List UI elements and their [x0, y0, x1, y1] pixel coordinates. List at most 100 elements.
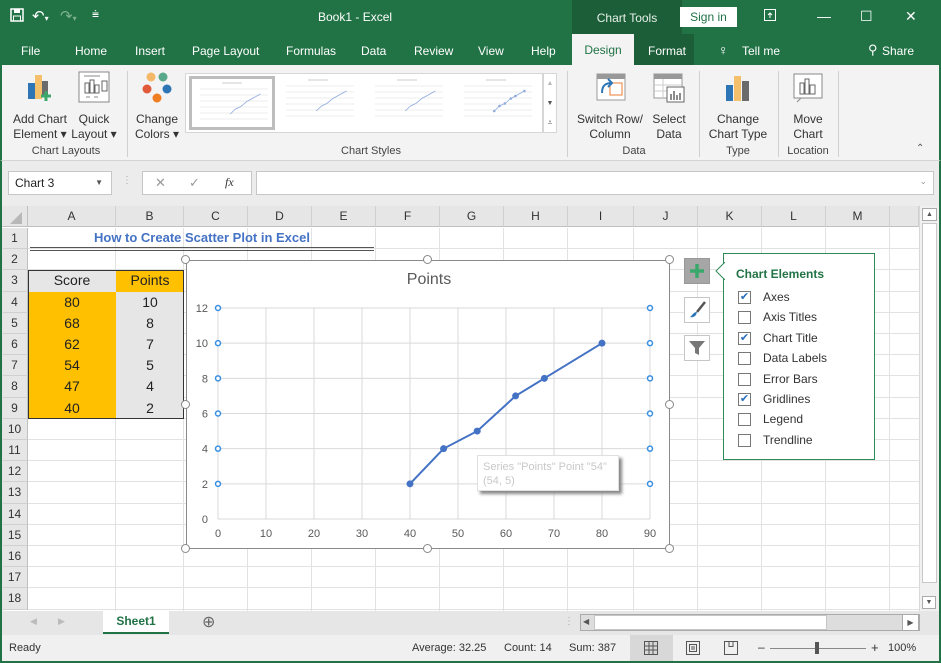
- score-cell[interactable]: 80: [28, 291, 116, 313]
- row-header-6[interactable]: 6: [2, 334, 28, 356]
- row-header-9[interactable]: 9: [2, 397, 28, 419]
- column-header-M[interactable]: M: [826, 206, 890, 227]
- title-cell[interactable]: How to Create Scatter Plot in Excel: [30, 228, 374, 248]
- chart-resize-handle[interactable]: [181, 399, 190, 409]
- chart-resize-handle[interactable]: [181, 544, 190, 553]
- row-header-10[interactable]: 10: [2, 418, 28, 440]
- chart-element-error-bars[interactable]: Error Bars: [738, 372, 868, 388]
- undo-icon[interactable]: ↶▾: [32, 7, 49, 25]
- expand-formula-icon[interactable]: ⌄: [919, 176, 927, 187]
- chart-element-chart-title[interactable]: ✔ Chart Title: [738, 331, 868, 347]
- next-sheet-icon[interactable]: ▶: [58, 616, 65, 627]
- chart-element-axis-titles[interactable]: Axis Titles: [738, 310, 868, 326]
- sum-readout[interactable]: Sum: 387: [569, 642, 616, 654]
- row-header-13[interactable]: 13: [2, 482, 28, 504]
- column-header-E[interactable]: E: [312, 206, 376, 227]
- row-header-1[interactable]: 1: [2, 228, 28, 250]
- checkbox[interactable]: ✔: [738, 331, 751, 345]
- gallery-more-button[interactable]: ⩡: [544, 114, 556, 132]
- row-header-16[interactable]: 16: [2, 546, 28, 568]
- gallery-down-button[interactable]: ▼: [544, 94, 556, 114]
- table-header-score[interactable]: Score: [28, 270, 116, 292]
- column-header-L[interactable]: L: [762, 206, 826, 227]
- horizontal-scroll-thumb[interactable]: [594, 615, 827, 630]
- save-icon[interactable]: [10, 8, 24, 26]
- horizontal-scrollbar[interactable]: ◀: [580, 614, 920, 631]
- redo-icon[interactable]: ↷▾: [60, 7, 77, 25]
- chart-element-data-labels[interactable]: Data Labels: [738, 351, 868, 367]
- column-header-A[interactable]: A: [28, 206, 116, 227]
- points-cell[interactable]: 5: [116, 355, 184, 377]
- scroll-right-button[interactable]: ▶: [902, 614, 919, 631]
- chart-resize-handle[interactable]: [423, 255, 432, 264]
- checkbox[interactable]: [738, 413, 751, 427]
- chart-element-legend[interactable]: Legend: [738, 412, 868, 428]
- row-header-15[interactable]: 15: [2, 524, 28, 546]
- chart-filters-button[interactable]: [684, 335, 710, 361]
- tab-home[interactable]: Home: [75, 44, 107, 58]
- chart-style-thumb-1[interactable]: [189, 76, 275, 130]
- score-cell[interactable]: 68: [28, 312, 116, 334]
- column-header-D[interactable]: D: [248, 206, 312, 227]
- tab-design[interactable]: Design: [572, 34, 634, 65]
- tab-format[interactable]: Format: [648, 44, 686, 58]
- scatter-chart[interactable]: Points 0 10 20 30 40 50 60 70 80 90 0 2 4 6 8 10 12 Seri…: [186, 260, 670, 549]
- tab-file[interactable]: File: [21, 44, 40, 58]
- chart-element-gridlines[interactable]: ✔ Gridlines: [738, 392, 868, 408]
- checkbox[interactable]: [738, 311, 751, 325]
- chart-resize-handle[interactable]: [181, 255, 190, 264]
- maximize-icon[interactable]: ☐: [860, 8, 873, 25]
- score-cell[interactable]: 54: [28, 355, 116, 377]
- vertical-scroll-thumb[interactable]: [922, 223, 937, 583]
- chart-styles-button[interactable]: [684, 297, 710, 323]
- tab-formulas[interactable]: Formulas: [286, 44, 336, 58]
- score-cell[interactable]: 40: [28, 397, 116, 419]
- cancel-icon[interactable]: ✕: [155, 175, 166, 191]
- row-header-17[interactable]: 17: [2, 567, 28, 589]
- count-readout[interactable]: Count: 14: [504, 642, 552, 654]
- chart-resize-handle[interactable]: [423, 544, 432, 553]
- checkbox[interactable]: [738, 433, 751, 447]
- column-header-G[interactable]: G: [440, 206, 504, 227]
- chart-elements-button[interactable]: [684, 258, 710, 284]
- page-break-view-icon[interactable]: [724, 641, 738, 655]
- page-layout-view-icon[interactable]: [686, 641, 700, 655]
- points-cell[interactable]: 2: [116, 397, 184, 419]
- customize-qat-icon[interactable]: ⩧: [92, 7, 99, 22]
- column-header-C[interactable]: C: [184, 206, 248, 227]
- table-header-points[interactable]: Points: [116, 270, 184, 292]
- gallery-up-button[interactable]: ▲: [544, 74, 556, 94]
- chart-style-thumb-2[interactable]: [278, 76, 364, 130]
- zoom-level[interactable]: 100%: [888, 642, 916, 654]
- row-header-12[interactable]: 12: [2, 461, 28, 483]
- average-readout[interactable]: Average: 32.25: [412, 642, 486, 654]
- tab-review[interactable]: Review: [414, 44, 453, 58]
- row-header-18[interactable]: 18: [2, 588, 28, 610]
- column-header-I[interactable]: I: [568, 206, 634, 227]
- zoom-slider-thumb[interactable]: [815, 642, 819, 654]
- share-icon[interactable]: ⚲: [868, 42, 878, 58]
- score-cell[interactable]: 62: [28, 334, 116, 356]
- tab-page-layout[interactable]: Page Layout: [192, 44, 259, 58]
- tab-split-handle[interactable]: ⋮: [564, 616, 574, 627]
- share-button[interactable]: Share: [882, 44, 914, 58]
- formula-input[interactable]: ⌄: [256, 171, 934, 195]
- chart-resize-handle[interactable]: [665, 255, 674, 264]
- row-header-7[interactable]: 7: [2, 355, 28, 377]
- column-header-J[interactable]: J: [634, 206, 698, 227]
- collapse-ribbon-icon[interactable]: ⌃: [916, 143, 924, 154]
- chart-style-thumb-4[interactable]: [456, 76, 542, 130]
- checkbox[interactable]: [738, 352, 751, 366]
- checkbox[interactable]: [738, 372, 751, 386]
- zoom-in-button[interactable]: +: [871, 640, 879, 655]
- chart-element-trendline[interactable]: Trendline: [738, 433, 868, 449]
- row-header-3[interactable]: 3: [2, 270, 28, 292]
- scroll-up-button[interactable]: ▲: [922, 208, 937, 221]
- name-box-dropdown-icon[interactable]: ▼: [95, 172, 103, 194]
- row-header-8[interactable]: 8: [2, 376, 28, 398]
- tab-data[interactable]: Data: [361, 44, 386, 58]
- chart-style-thumb-3[interactable]: [367, 76, 453, 130]
- tab-help[interactable]: Help: [531, 44, 556, 58]
- row-header-14[interactable]: 14: [2, 503, 28, 525]
- chart-resize-handle[interactable]: [665, 544, 674, 553]
